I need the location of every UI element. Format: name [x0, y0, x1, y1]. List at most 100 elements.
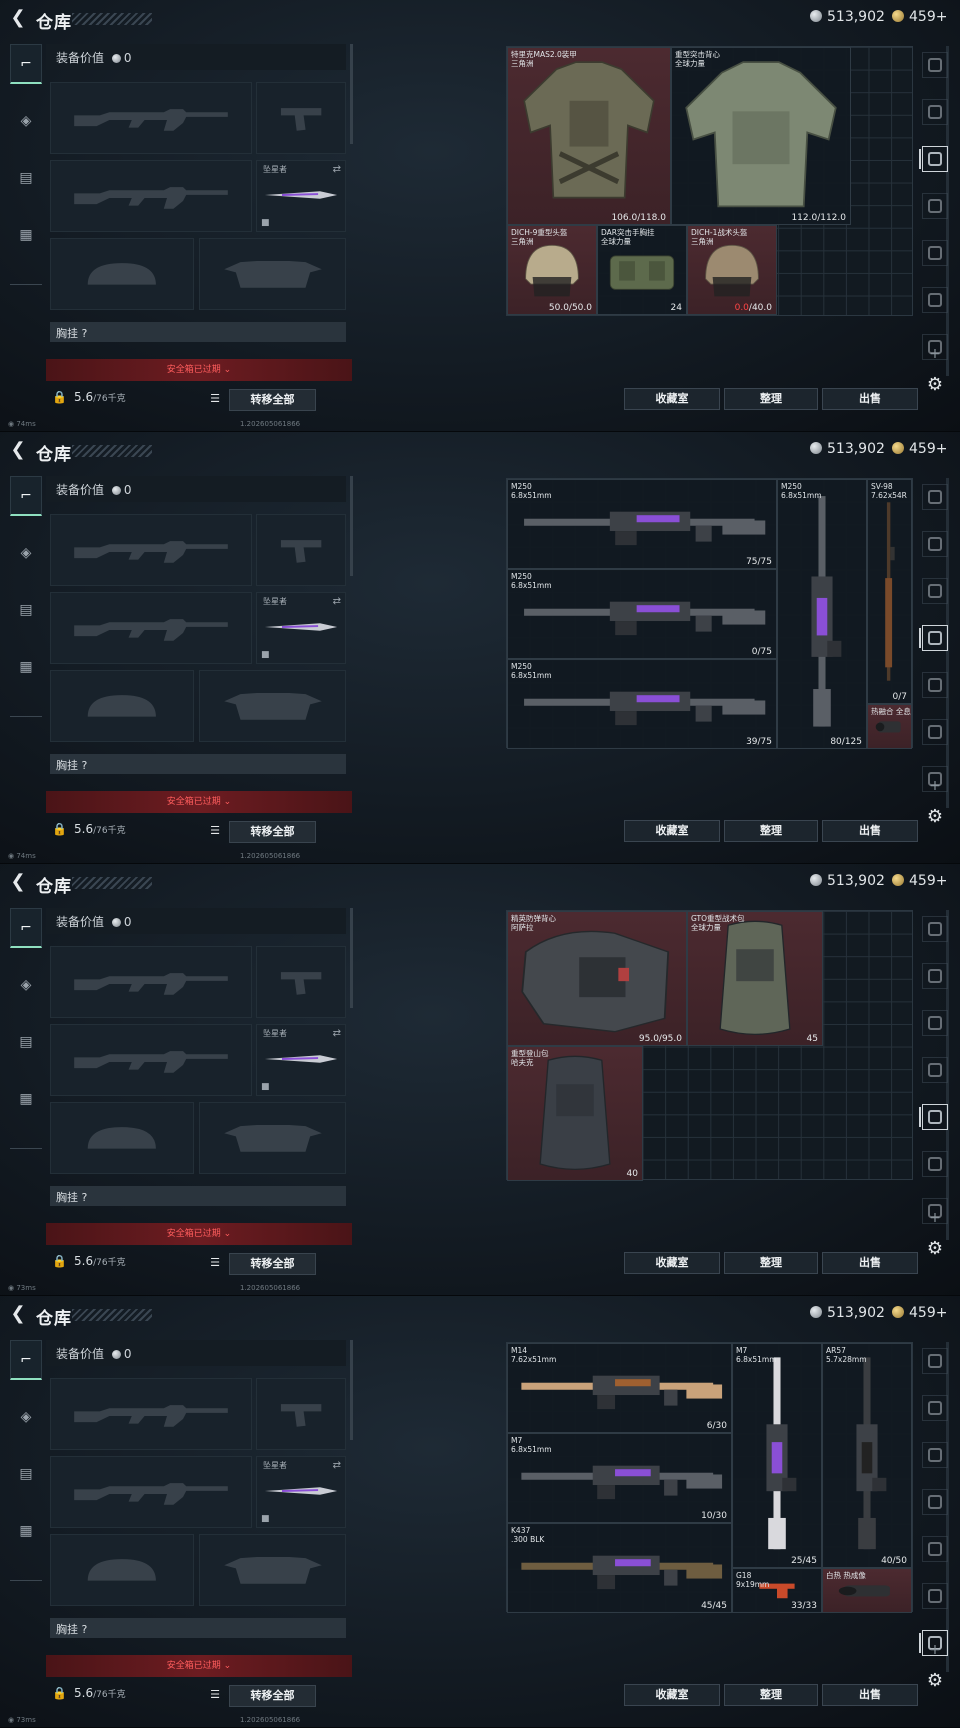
gear-icon[interactable]: ⚙: [918, 374, 952, 395]
equip-tab-3[interactable]: ▤: [10, 1022, 42, 1062]
primary-weapon-slot[interactable]: [50, 946, 252, 1018]
storage-tab-6[interactable]: [922, 1151, 948, 1177]
storage-item[interactable]: M14 7.62x51mm 6/30: [507, 1343, 732, 1433]
storage-item[interactable]: 重型突击背心 全球力量 112.0/112.0: [671, 47, 851, 225]
favorites-button[interactable]: 收藏室: [624, 388, 720, 410]
storage-item[interactable]: G18 9x19mm 33/33: [732, 1568, 822, 1613]
back-arrow-icon[interactable]: ❮: [8, 8, 28, 28]
storage-item[interactable]: DAR突击手胸挂 全球力量 24: [597, 225, 687, 315]
swap-icon[interactable]: ⇄: [333, 596, 341, 607]
armor-slot[interactable]: [199, 238, 346, 310]
primary-weapon-slot[interactable]: [50, 514, 252, 586]
storage-item[interactable]: M250 6.8x51mm 80/125: [777, 479, 867, 749]
storage-tab-1[interactable]: [922, 916, 948, 942]
sell-button[interactable]: 出售: [822, 820, 918, 842]
chest-rig-slot[interactable]: 胸挂 ?: [50, 1618, 346, 1638]
armor-slot[interactable]: [199, 1102, 346, 1174]
list-view-icon[interactable]: ☰: [206, 822, 224, 840]
storage-tab-5[interactable]: [922, 672, 948, 698]
storage-tab-6[interactable]: [922, 287, 948, 313]
storage-item[interactable]: GTO重型战术包 全球力量 45: [687, 911, 823, 1046]
pistol-slot[interactable]: [256, 1378, 346, 1450]
equip-tab-1[interactable]: ⌐: [10, 44, 42, 84]
chest-rig-slot[interactable]: 胸挂 ?: [50, 754, 346, 774]
pistol-slot[interactable]: [256, 82, 346, 154]
storage-tab-4[interactable]: [922, 1057, 948, 1083]
add-storage-icon[interactable]: +: [918, 1642, 952, 1658]
gear-icon[interactable]: ⚙: [918, 806, 952, 827]
storage-tab-5[interactable]: [922, 240, 948, 266]
storage-tab-3[interactable]: [922, 1442, 948, 1468]
storage-item[interactable]: 热融合 全息: [867, 704, 912, 749]
armor-slot[interactable]: [199, 1534, 346, 1606]
list-view-icon[interactable]: ☰: [206, 390, 224, 408]
favorites-button[interactable]: 收藏室: [624, 1252, 720, 1274]
equipment-scrollbar[interactable]: [350, 44, 353, 144]
storage-item[interactable]: M250 6.8x51mm 0/75: [507, 569, 777, 659]
pistol-slot[interactable]: [256, 514, 346, 586]
back-arrow-icon[interactable]: ❮: [8, 1304, 28, 1324]
transfer-all-button[interactable]: 转移全部: [229, 389, 316, 411]
storage-item[interactable]: M250 6.8x51mm 75/75: [507, 479, 777, 569]
safebox-expired-banner[interactable]: 安全箱已过期 ⌄: [46, 359, 352, 381]
secondary-weapon-slot[interactable]: [50, 592, 252, 664]
equip-tab-4[interactable]: ▦: [10, 215, 42, 255]
storage-tab-1[interactable]: [922, 484, 948, 510]
storage-grid[interactable]: 精英防弹背心 阿萨拉 95.0/95.0 GTO重型战术包 全球力量 45 重型…: [506, 910, 913, 1181]
secondary-weapon-slot[interactable]: [50, 1456, 252, 1528]
storage-item[interactable]: K437 .300 BLK 45/45: [507, 1523, 732, 1613]
safebox-expired-banner[interactable]: 安全箱已过期 ⌄: [46, 1223, 352, 1245]
equip-tab-4[interactable]: ▦: [10, 647, 42, 687]
equip-tab-1[interactable]: ⌐: [10, 476, 42, 516]
melee-slot[interactable]: 坠星者 ⇄ ■: [256, 1024, 346, 1096]
equip-tab-2[interactable]: ◈: [10, 965, 42, 1005]
sell-button[interactable]: 出售: [822, 1684, 918, 1706]
back-arrow-icon[interactable]: ❮: [8, 440, 28, 460]
storage-item[interactable]: AR57 5.7x28mm 40/50: [822, 1343, 912, 1568]
list-view-icon[interactable]: ☰: [206, 1686, 224, 1704]
storage-tab-2[interactable]: [922, 1395, 948, 1421]
equip-tab-4[interactable]: ▦: [10, 1079, 42, 1119]
organize-button[interactable]: 整理: [724, 388, 818, 410]
armor-slot[interactable]: [199, 670, 346, 742]
storage-item[interactable]: DICH-9重型头盔 三角洲 50.0/50.0: [507, 225, 597, 315]
transfer-all-button[interactable]: 转移全部: [229, 1253, 316, 1275]
gold-balance[interactable]: 459+: [892, 9, 947, 25]
equip-tab-2[interactable]: ◈: [10, 533, 42, 573]
storage-tab-2[interactable]: [922, 99, 948, 125]
storage-tab-1[interactable]: [922, 1348, 948, 1374]
storage-tab-4[interactable]: [919, 625, 948, 651]
storage-tab-2[interactable]: [922, 963, 948, 989]
helmet-slot[interactable]: [50, 670, 194, 742]
chest-rig-slot[interactable]: 胸挂 ?: [50, 1186, 346, 1206]
swap-icon[interactable]: ⇄: [333, 1028, 341, 1039]
swap-icon[interactable]: ⇄: [333, 1460, 341, 1471]
storage-tab-3[interactable]: [922, 578, 948, 604]
safebox-expired-banner[interactable]: 安全箱已过期 ⌄: [46, 791, 352, 813]
storage-item[interactable]: M7 6.8x51mm 10/30: [507, 1433, 732, 1523]
organize-button[interactable]: 整理: [724, 820, 818, 842]
storage-tab-5[interactable]: [919, 1104, 948, 1130]
storage-item[interactable]: DICH-1战术头盔 三角洲 0.0/40.0: [687, 225, 777, 315]
secondary-weapon-slot[interactable]: [50, 160, 252, 232]
equipment-scrollbar[interactable]: [350, 476, 353, 576]
gold-balance[interactable]: 459+: [892, 441, 947, 457]
storage-tab-6[interactable]: [922, 1583, 948, 1609]
storage-item[interactable]: SV-98 7.62x54R 0/7: [867, 479, 912, 704]
organize-button[interactable]: 整理: [724, 1684, 818, 1706]
storage-item[interactable]: M250 6.8x51mm 39/75: [507, 659, 777, 749]
storage-item[interactable]: 特里克MAS2.0装甲 三角洲 106.0/118.0: [507, 47, 671, 225]
primary-weapon-slot[interactable]: [50, 1378, 252, 1450]
equip-tab-3[interactable]: ▤: [10, 590, 42, 630]
storage-tab-4[interactable]: [922, 1489, 948, 1515]
helmet-slot[interactable]: [50, 238, 194, 310]
storage-tab-4[interactable]: [922, 193, 948, 219]
melee-slot[interactable]: 坠星者 ⇄ ■: [256, 592, 346, 664]
equip-tab-2[interactable]: ◈: [10, 101, 42, 141]
back-arrow-icon[interactable]: ❮: [8, 872, 28, 892]
equip-tab-3[interactable]: ▤: [10, 1454, 42, 1494]
storage-tab-1[interactable]: [922, 52, 948, 78]
add-storage-icon[interactable]: +: [918, 346, 952, 362]
secondary-weapon-slot[interactable]: [50, 1024, 252, 1096]
transfer-all-button[interactable]: 转移全部: [229, 821, 316, 843]
